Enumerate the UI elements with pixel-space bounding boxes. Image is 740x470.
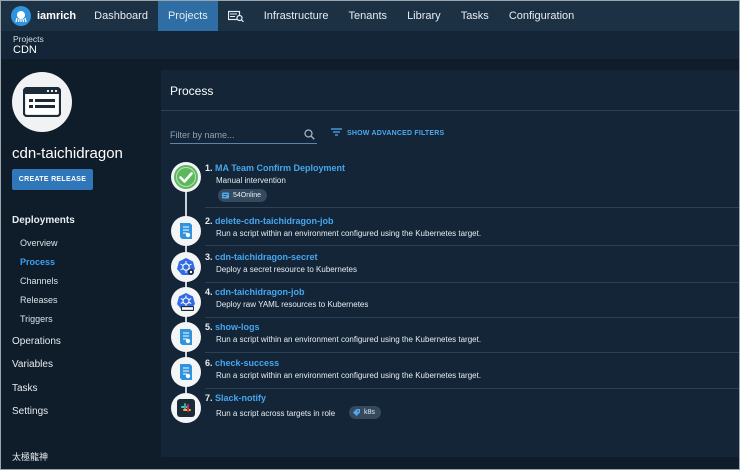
step-name[interactable]: cdn-taichidragon-job bbox=[215, 287, 305, 297]
script-icon bbox=[171, 322, 201, 352]
project-logo-icon bbox=[12, 72, 72, 132]
kubernetes-secret-icon bbox=[171, 252, 201, 282]
step-name[interactable]: show-logs bbox=[215, 322, 260, 332]
sidebar-footer-label: 太極龍神 bbox=[12, 452, 49, 462]
step-name[interactable]: check-success bbox=[215, 358, 279, 368]
script-icon bbox=[171, 357, 201, 387]
chip-label: k8s bbox=[364, 409, 375, 416]
top-navigation: iamrich Dashboard Projects Infrastructur… bbox=[1, 1, 739, 32]
nav-dashboard[interactable]: Dashboard bbox=[84, 1, 158, 31]
step-description: Run a script within an environment confi… bbox=[216, 371, 482, 380]
breadcrumb: Projects CDN bbox=[1, 32, 739, 59]
tag-icon bbox=[353, 409, 360, 416]
sidebar-item-triggers[interactable]: Triggers bbox=[20, 314, 53, 324]
sidebar-tasks[interactable]: Tasks bbox=[12, 383, 38, 394]
step-divider bbox=[205, 207, 739, 208]
divider bbox=[161, 110, 739, 111]
step-name[interactable]: MA Team Confirm Deployment bbox=[215, 163, 345, 173]
step-name[interactable]: Slack-notify bbox=[215, 393, 266, 403]
step-number: 7. bbox=[205, 393, 213, 403]
filter-icon bbox=[331, 128, 342, 138]
step-description: Run a script within an environment confi… bbox=[216, 229, 482, 238]
create-release-button[interactable]: CREATE RELEASE bbox=[12, 169, 93, 190]
nav-library[interactable]: Library bbox=[397, 1, 451, 31]
filter-field bbox=[170, 125, 317, 144]
user-menu[interactable]: iamrich bbox=[1, 1, 84, 31]
username: iamrich bbox=[37, 10, 77, 22]
octopus-logo-icon bbox=[11, 6, 31, 26]
nav-configuration[interactable]: Configuration bbox=[499, 1, 584, 31]
chip-label: 54Online bbox=[233, 192, 262, 199]
process-title: Process bbox=[170, 84, 214, 98]
step-divider bbox=[205, 282, 739, 283]
nav-tasks[interactable]: Tasks bbox=[451, 1, 499, 31]
sidebar-deployments[interactable]: Deployments bbox=[12, 215, 75, 226]
step-description: Deploy raw YAML resources to Kubernetes bbox=[216, 300, 369, 309]
sidebar-item-process[interactable]: Process bbox=[20, 257, 55, 267]
check-icon bbox=[171, 162, 201, 192]
environment-chip: 54Online bbox=[218, 189, 268, 202]
step-divider bbox=[205, 352, 739, 353]
project-sidebar: cdn-taichidragon CREATE RELEASE Deployme… bbox=[1, 59, 161, 469]
sidebar-settings[interactable]: Settings bbox=[12, 406, 48, 417]
step-number: 3. bbox=[205, 252, 213, 262]
page-title: CDN bbox=[13, 44, 37, 56]
role-chip: k8s bbox=[349, 406, 381, 419]
step-name[interactable]: cdn-taichidragon-secret bbox=[215, 252, 318, 262]
step-description: Run a script within an environment confi… bbox=[216, 335, 482, 344]
slack-icon bbox=[171, 393, 201, 423]
step-number: 1. bbox=[205, 163, 213, 173]
sidebar-variables[interactable]: Variables bbox=[12, 359, 53, 370]
step-divider bbox=[205, 317, 739, 318]
show-advanced-filters-button[interactable]: SHOW ADVANCED FILTERS bbox=[331, 128, 444, 138]
search-icon[interactable] bbox=[304, 127, 315, 145]
breadcrumb-parent[interactable]: Projects bbox=[13, 34, 729, 44]
kubernetes-yaml-icon bbox=[171, 287, 201, 317]
app-window: iamrich Dashboard Projects Infrastructur… bbox=[0, 0, 740, 470]
environment-icon bbox=[222, 192, 229, 199]
nav-projects[interactable]: Projects bbox=[157, 1, 218, 31]
sidebar-item-channels[interactable]: Channels bbox=[20, 276, 58, 286]
step-number: 2. bbox=[205, 216, 213, 226]
step-description: Deploy a secret resource to Kubernetes bbox=[216, 265, 357, 274]
nav-infrastructure[interactable]: Infrastructure bbox=[254, 1, 339, 31]
step-number: 4. bbox=[205, 287, 213, 297]
advanced-filters-label: SHOW ADVANCED FILTERS bbox=[347, 129, 445, 137]
sidebar-operations[interactable]: Operations bbox=[12, 336, 61, 347]
project-name: cdn-taichidragon bbox=[12, 145, 123, 162]
nav-search-icon[interactable] bbox=[218, 1, 254, 31]
sidebar-item-overview[interactable]: Overview bbox=[20, 238, 58, 248]
step-name[interactable]: delete-cdn-taichidragon-job bbox=[215, 216, 334, 226]
step-divider bbox=[205, 245, 739, 246]
step-description: Manual intervention bbox=[216, 176, 286, 185]
step-number: 5. bbox=[205, 322, 213, 332]
script-icon bbox=[171, 216, 201, 246]
process-panel: Process SHOW ADVANCED FILTERS 1. MA Team… bbox=[161, 70, 739, 457]
sidebar-item-releases[interactable]: Releases bbox=[20, 295, 58, 305]
step-divider bbox=[205, 388, 739, 389]
nav-tenants[interactable]: Tenants bbox=[339, 1, 398, 31]
step-number: 6. bbox=[205, 358, 213, 368]
step-description: Run a script across targets in role bbox=[216, 409, 336, 418]
filter-input[interactable] bbox=[170, 126, 295, 144]
